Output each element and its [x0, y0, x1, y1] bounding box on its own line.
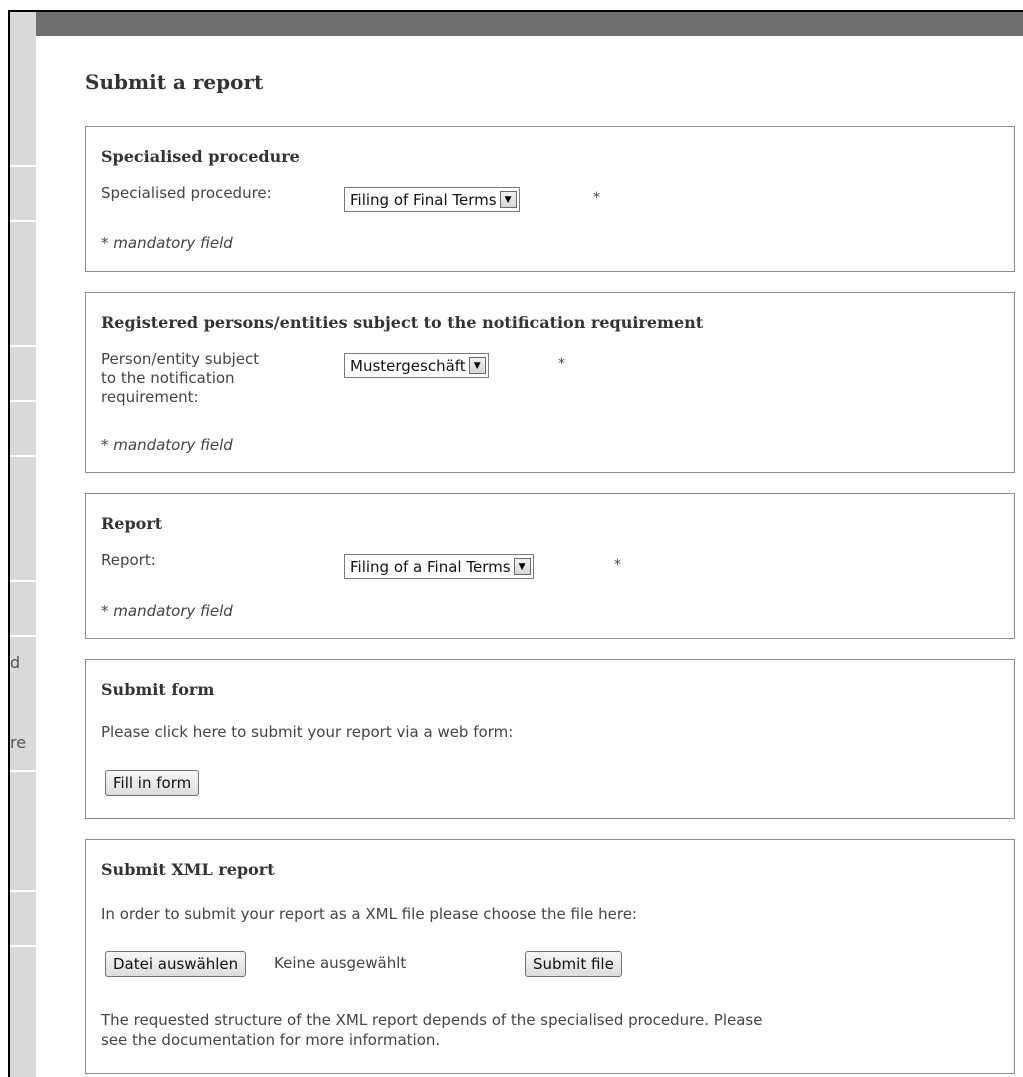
- required-marker: *: [593, 190, 600, 206]
- mandatory-note: * mandatory field: [101, 602, 233, 620]
- sidebar-item-fragment[interactable]: d: [10, 653, 20, 672]
- sidebar-separator: [10, 400, 36, 402]
- entity-label-line: to the notification: [101, 369, 235, 387]
- mandatory-note: * mandatory field: [101, 436, 233, 454]
- sidebar-nav: d re: [10, 12, 36, 1077]
- select-value: Filing of a Final Terms: [350, 557, 511, 576]
- sidebar-separator: [10, 580, 36, 582]
- registered-entities-panel: Registered persons/entities subject to t…: [85, 292, 1015, 473]
- panel-title: Report: [101, 514, 163, 533]
- report-label: Report:: [101, 551, 156, 569]
- submit-form-panel: Submit form Please click here to submit …: [85, 659, 1015, 819]
- entity-select[interactable]: Mustergeschäft ▼: [344, 353, 489, 378]
- fill-in-form-button[interactable]: Fill in form: [105, 770, 200, 796]
- submit-xml-panel: Submit XML report In order to submit you…: [85, 839, 1015, 1074]
- specialised-procedure-label: Specialised procedure:: [101, 184, 272, 202]
- page-title: Submit a report: [85, 70, 264, 94]
- choose-file-button[interactable]: Datei auswählen: [105, 951, 247, 977]
- required-marker: *: [614, 557, 621, 573]
- submit-file-button[interactable]: Submit file: [525, 951, 622, 977]
- chevron-down-icon: ▼: [513, 558, 531, 575]
- panel-title: Registered persons/entities subject to t…: [101, 313, 704, 332]
- select-value: Mustergeschäft: [350, 356, 466, 375]
- panel-title: Submit XML report: [101, 860, 275, 879]
- sidebar-separator: [10, 165, 36, 167]
- report-panel: Report Report: Filing of a Final Terms ▼…: [85, 493, 1015, 639]
- sidebar-item-fragment[interactable]: re: [10, 733, 26, 752]
- entity-label-line: requirement:: [101, 388, 199, 406]
- report-select[interactable]: Filing of a Final Terms ▼: [344, 554, 534, 579]
- sidebar-separator: [10, 455, 36, 457]
- header-bar: [36, 12, 1023, 36]
- sidebar-separator: [10, 890, 36, 892]
- xml-structure-note-line: see the documentation for more informati…: [101, 1031, 441, 1049]
- sidebar-separator: [10, 770, 36, 772]
- specialised-procedure-panel: Specialised procedure Specialised proced…: [85, 126, 1015, 272]
- submit-form-text: Please click here to submit your report …: [101, 723, 514, 741]
- xml-structure-note-line: The requested structure of the XML repor…: [101, 1011, 763, 1029]
- sidebar-separator: [10, 220, 36, 222]
- sidebar-separator: [10, 345, 36, 347]
- sidebar-separator: [10, 635, 36, 637]
- specialised-procedure-select[interactable]: Filing of Final Terms ▼: [344, 187, 520, 212]
- entity-label-line: Person/entity subject: [101, 350, 260, 368]
- submit-xml-text: In order to submit your report as a XML …: [101, 905, 638, 923]
- chevron-down-icon: ▼: [499, 191, 517, 208]
- required-marker: *: [558, 356, 565, 372]
- panel-title: Specialised procedure: [101, 147, 300, 166]
- panel-title: Submit form: [101, 680, 215, 699]
- file-status-text: Keine ausgewählt: [274, 954, 407, 972]
- sidebar-separator: [10, 945, 36, 947]
- mandatory-note: * mandatory field: [101, 234, 233, 252]
- chevron-down-icon: ▼: [468, 357, 486, 374]
- select-value: Filing of Final Terms: [350, 190, 497, 209]
